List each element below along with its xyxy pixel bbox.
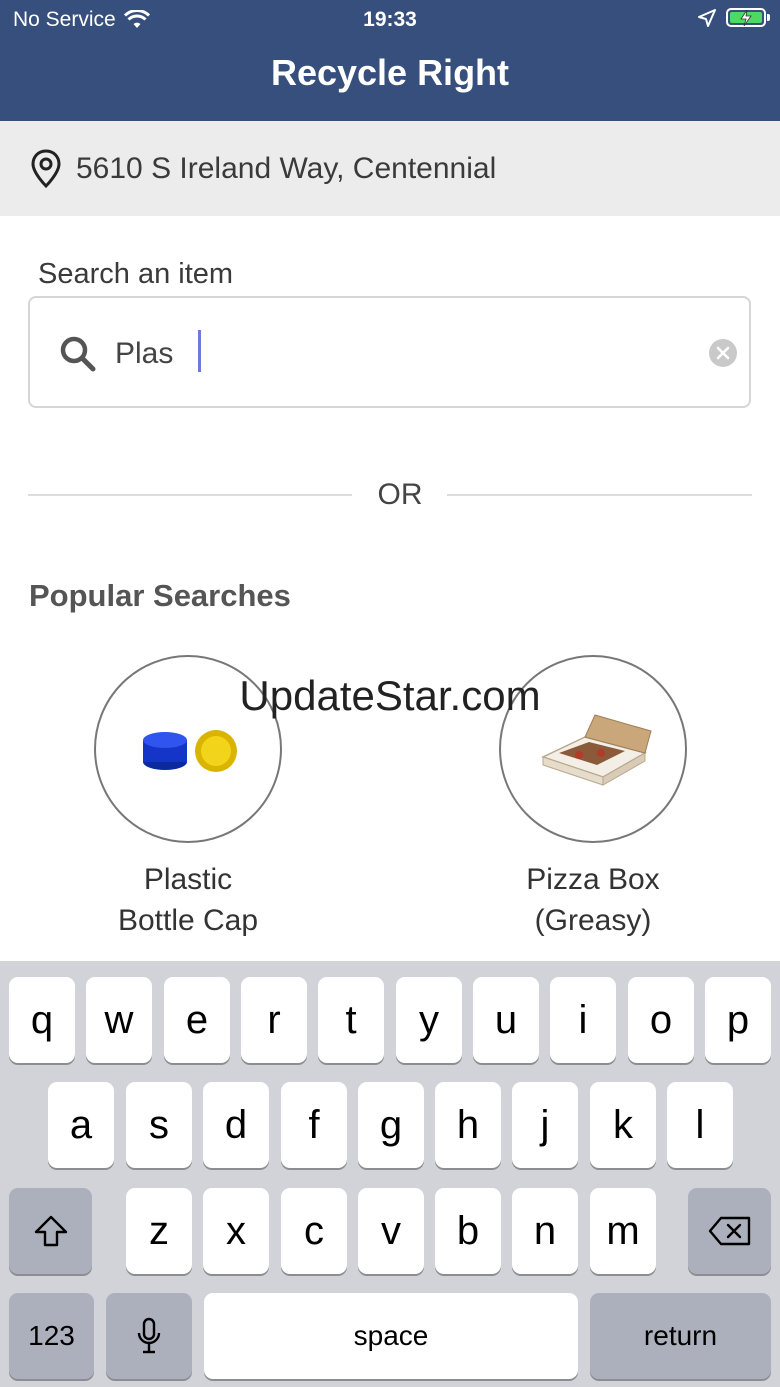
- status-bar: No Service 19:33: [0, 0, 780, 40]
- backspace-icon: [708, 1216, 750, 1246]
- key-p[interactable]: p: [705, 977, 771, 1063]
- clock: 19:33: [363, 8, 417, 31]
- search-field[interactable]: [28, 296, 751, 408]
- app-header: No Service 19:33 Recycle Right: [0, 0, 780, 121]
- key-a[interactable]: a: [48, 1082, 114, 1168]
- key-y[interactable]: y: [396, 977, 462, 1063]
- key-u[interactable]: u: [473, 977, 539, 1063]
- or-divider-text: OR: [377, 478, 423, 511]
- map-pin-icon: [31, 148, 61, 188]
- popular-searches-title: Popular Searches: [29, 578, 291, 613]
- clear-icon[interactable]: [709, 339, 737, 367]
- location-address: 5610 S Ireland Way, Centennial: [76, 151, 497, 185]
- key-o[interactable]: o: [628, 977, 694, 1063]
- bottle-cap-icon: [143, 730, 237, 772]
- onscreen-keyboard: q w e r t y u i o p a s d f g h j k l z …: [0, 961, 780, 1387]
- key-t[interactable]: t: [318, 977, 384, 1063]
- return-key[interactable]: return: [590, 1293, 771, 1379]
- search-label: Search an item: [38, 258, 234, 290]
- key-j[interactable]: j: [512, 1082, 578, 1168]
- key-q[interactable]: q: [9, 977, 75, 1063]
- numbers-key[interactable]: 123: [9, 1293, 94, 1379]
- key-m[interactable]: m: [590, 1188, 656, 1274]
- key-f[interactable]: f: [281, 1082, 347, 1168]
- key-d[interactable]: d: [203, 1082, 269, 1168]
- key-r[interactable]: r: [241, 977, 307, 1063]
- search-icon: [60, 336, 96, 372]
- microphone-icon: [137, 1317, 161, 1354]
- backspace-key[interactable]: [688, 1188, 771, 1274]
- popular-item-label: Plastic Bottle Cap: [117, 863, 259, 937]
- key-e[interactable]: e: [164, 977, 230, 1063]
- key-x[interactable]: x: [203, 1188, 269, 1274]
- key-w[interactable]: w: [86, 977, 152, 1063]
- dictation-key[interactable]: [106, 1293, 192, 1379]
- key-h[interactable]: h: [435, 1082, 501, 1168]
- key-b[interactable]: b: [435, 1188, 501, 1274]
- key-s[interactable]: s: [126, 1082, 192, 1168]
- watermark: UpdateStar.com: [239, 672, 541, 719]
- text-cursor: [198, 330, 201, 372]
- key-n[interactable]: n: [512, 1188, 578, 1274]
- key-g[interactable]: g: [358, 1082, 424, 1168]
- key-v[interactable]: v: [358, 1188, 424, 1274]
- pizza-box-icon: [540, 714, 652, 786]
- page-title: Recycle Right: [270, 52, 510, 93]
- shift-icon: [34, 1215, 67, 1247]
- status-right: [698, 8, 770, 27]
- space-key[interactable]: space: [204, 1293, 578, 1379]
- popular-item-label: Pizza Box (Greasy): [526, 863, 660, 937]
- key-k[interactable]: k: [590, 1082, 656, 1168]
- key-z[interactable]: z: [126, 1188, 192, 1274]
- key-l[interactable]: l: [667, 1082, 733, 1168]
- key-i[interactable]: i: [550, 977, 616, 1063]
- battery-icon: [726, 8, 770, 27]
- shift-key[interactable]: [9, 1188, 92, 1274]
- location-arrow-icon: [698, 8, 716, 27]
- key-c[interactable]: c: [281, 1188, 347, 1274]
- location-bar[interactable]: 5610 S Ireland Way, Centennial: [0, 121, 780, 216]
